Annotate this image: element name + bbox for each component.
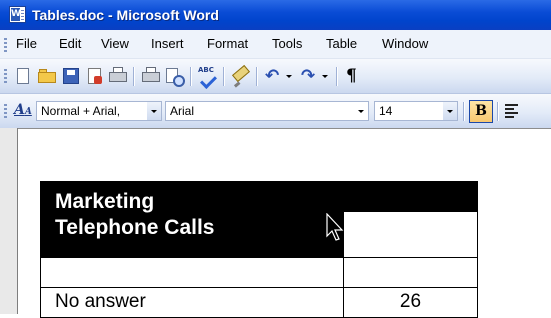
font-dropdown[interactable]: Arial xyxy=(165,101,369,121)
print-icon xyxy=(142,67,160,82)
print-button-2[interactable] xyxy=(140,65,162,87)
document-top-border xyxy=(18,128,551,129)
format-painter-icon xyxy=(231,64,251,83)
chevron-down-icon xyxy=(286,75,292,78)
font-value: Arial xyxy=(170,104,195,118)
menu-bar: File Edit View Insert Format Tools Table… xyxy=(0,30,551,59)
toolbar-grip[interactable] xyxy=(4,104,7,119)
new-button[interactable] xyxy=(12,65,34,87)
print-button[interactable] xyxy=(107,65,129,87)
new-icon xyxy=(17,68,29,84)
formatting-toolbar: AA Normal + Arial, Arial 14 B xyxy=(0,94,551,129)
permission-icon xyxy=(88,68,102,84)
table-header-line2: Telephone Calls xyxy=(55,216,215,239)
menu-window[interactable]: Window xyxy=(382,36,428,52)
chevron-down-icon[interactable] xyxy=(147,102,161,120)
style-dropdown[interactable]: Normal + Arial, xyxy=(36,101,162,121)
table-row: No answer 26 xyxy=(40,287,478,318)
show-hide-button[interactable]: ¶ xyxy=(342,65,364,87)
table-header-line1: Marketing xyxy=(55,190,155,213)
menu-insert[interactable]: Insert xyxy=(151,36,184,52)
menu-file[interactable]: File xyxy=(16,36,37,52)
font-size-value: 14 xyxy=(379,104,393,118)
toolbar-separator xyxy=(133,67,134,86)
redo-icon: ↷ xyxy=(301,66,316,86)
permission-button[interactable] xyxy=(84,65,106,87)
table-cell-label[interactable] xyxy=(40,257,344,288)
menu-view[interactable]: View xyxy=(101,36,129,52)
menu-tools[interactable]: Tools xyxy=(272,36,302,52)
undo-button[interactable]: ↶ xyxy=(262,65,284,87)
undo-dropdown[interactable] xyxy=(284,65,294,87)
vertical-ruler xyxy=(0,128,18,314)
toolbar-separator xyxy=(223,67,224,86)
table-header-row: Marketing Telephone Calls xyxy=(40,181,478,258)
toolbar-separator xyxy=(463,102,464,121)
table-header-cell-right[interactable] xyxy=(343,181,478,258)
chevron-down-icon[interactable] xyxy=(354,102,368,120)
toolbar-grip[interactable] xyxy=(4,69,7,84)
save-button[interactable] xyxy=(60,65,82,87)
chevron-down-icon xyxy=(322,75,328,78)
menu-edit[interactable]: Edit xyxy=(59,36,81,52)
save-icon xyxy=(63,68,79,84)
styles-icon: AA xyxy=(14,102,32,118)
title-bar: W Tables.doc - Microsoft Word xyxy=(0,0,551,30)
open-button[interactable] xyxy=(36,65,58,87)
table-cell-value[interactable] xyxy=(343,257,478,288)
table-row xyxy=(40,257,478,288)
print-preview-icon xyxy=(166,68,185,87)
print-icon xyxy=(109,67,127,82)
window-title: Tables.doc - Microsoft Word xyxy=(32,7,219,23)
word-app-icon[interactable]: W xyxy=(9,6,26,23)
spelling-button[interactable]: ABC xyxy=(196,65,218,89)
table-cell-label[interactable]: No answer xyxy=(40,287,344,318)
mouse-cursor-icon xyxy=(326,213,344,241)
chevron-down-icon[interactable] xyxy=(443,102,457,120)
format-painter-button[interactable] xyxy=(229,64,251,87)
standard-toolbar: ABC ↶ ↷ ¶ xyxy=(0,59,551,94)
toolbar-separator xyxy=(256,67,257,86)
table-header-cell[interactable]: Marketing Telephone Calls xyxy=(40,181,344,258)
style-value: Normal + Arial, xyxy=(41,104,121,118)
redo-dropdown[interactable] xyxy=(320,65,330,87)
marketing-table[interactable]: Marketing Telephone Calls No answer 26 xyxy=(40,181,478,318)
toolbar-separator xyxy=(497,102,498,121)
align-left-button[interactable] xyxy=(501,101,523,121)
toolbar-separator xyxy=(190,67,191,86)
undo-icon: ↶ xyxy=(265,66,280,86)
menubar-grip[interactable] xyxy=(4,38,7,52)
redo-button[interactable]: ↷ xyxy=(298,65,320,87)
font-size-dropdown[interactable]: 14 xyxy=(374,101,458,121)
print-preview-button[interactable] xyxy=(163,65,185,87)
styles-button[interactable]: AA xyxy=(11,100,33,122)
menu-table[interactable]: Table xyxy=(326,36,357,52)
table-cell-value[interactable]: 26 xyxy=(343,287,478,318)
toolbar-separator xyxy=(336,67,337,86)
bold-button[interactable]: B xyxy=(469,100,493,123)
menu-format[interactable]: Format xyxy=(207,36,248,52)
pilcrow-icon: ¶ xyxy=(346,66,357,86)
